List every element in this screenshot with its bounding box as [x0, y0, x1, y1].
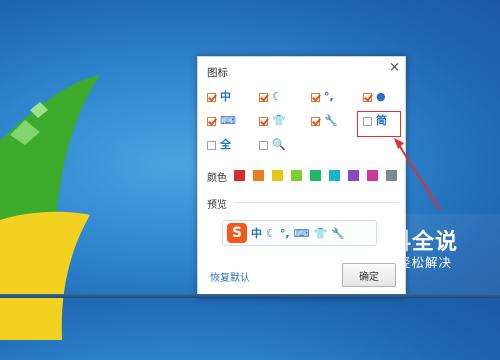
taskbar: [0, 294, 500, 298]
annotation-arrow: [394, 138, 441, 211]
